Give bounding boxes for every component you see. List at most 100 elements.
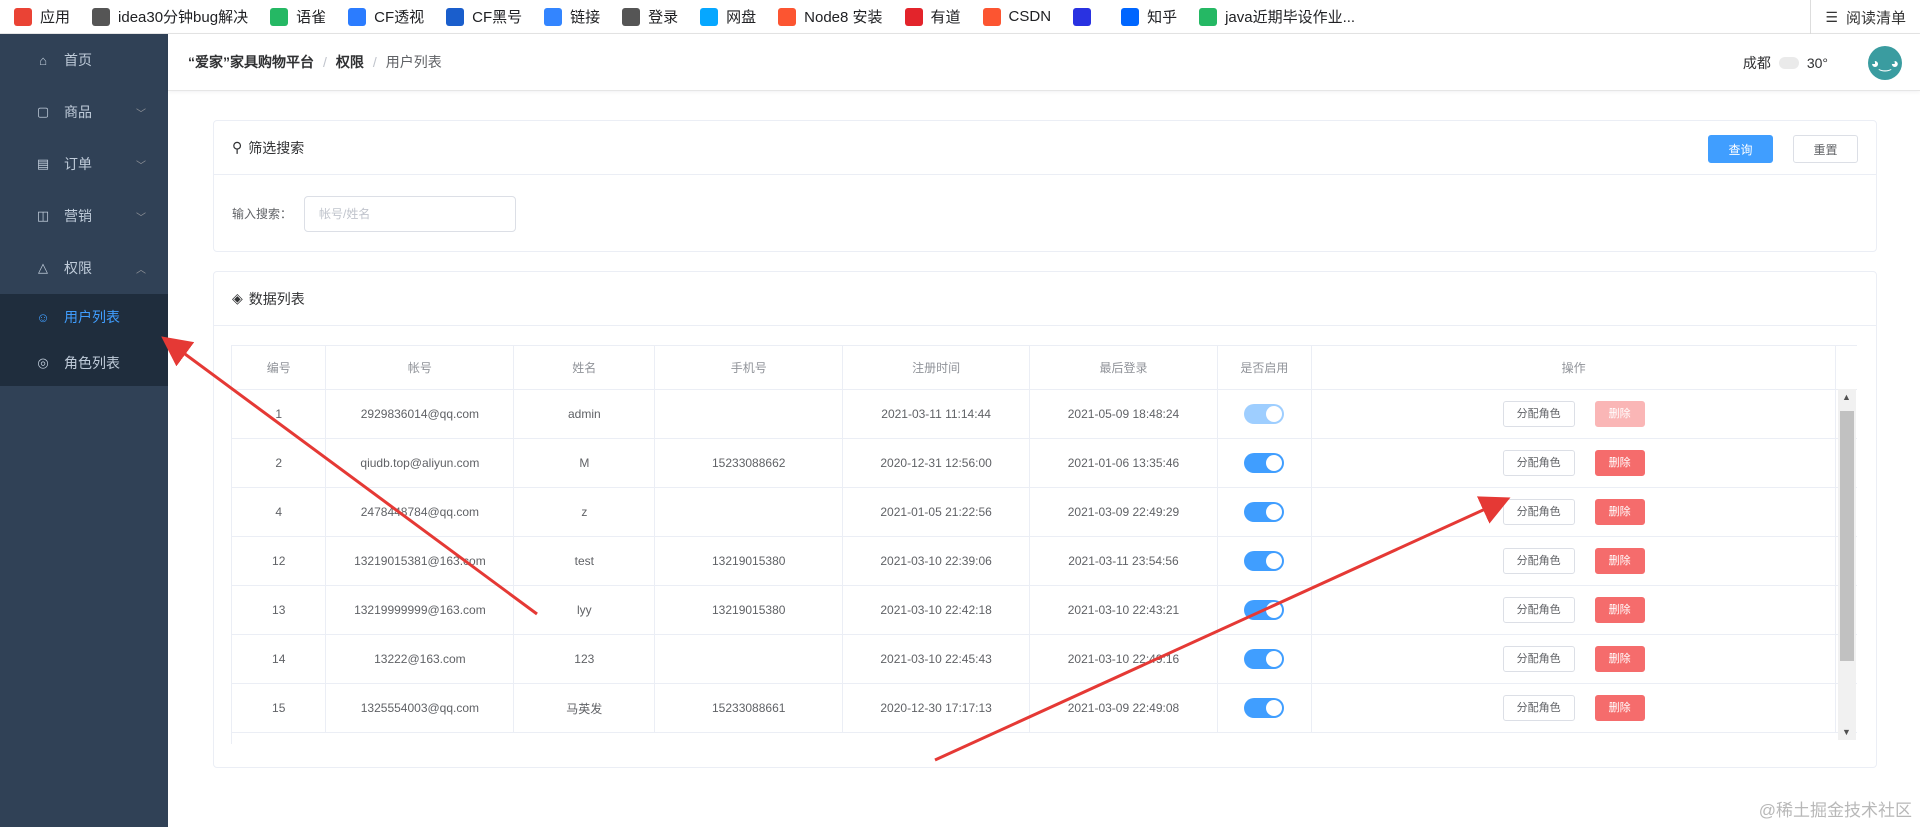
- delete-button[interactable]: 删除: [1594, 499, 1645, 525]
- assign-role-button[interactable]: 分配角色: [1502, 499, 1575, 525]
- breadcrumb-separator: /: [372, 54, 377, 70]
- data-list-header: ◈ 数据列表: [214, 272, 1876, 326]
- bookmark-item[interactable]: 登录: [622, 6, 678, 27]
- sidebar-item[interactable]: △ 权限 ︿: [0, 242, 168, 294]
- bookmark-item[interactable]: Node8 安装: [778, 6, 883, 27]
- cell-reg: 2021-03-11 11:14:44: [842, 389, 1031, 439]
- enabled-toggle[interactable]: [1244, 502, 1285, 522]
- sidebar: ⌂ 首页 ▢ 商品 ﹀ ▤ 订单 ﹀ ◫ 营销 ﹀ △ 权限 ︿ ☺ 用户列表 ◎ 角色列表: [0, 34, 168, 827]
- delete-button[interactable]: 删除: [1594, 646, 1645, 672]
- chevron-icon: ︿: [136, 264, 146, 276]
- search-icon: ⚲: [232, 139, 243, 155]
- cell-actions: 分配角色 删除: [1311, 536, 1837, 586]
- table-scrollbar[interactable]: ▲ ▼: [1838, 389, 1856, 740]
- assign-role-button[interactable]: 分配角色: [1502, 597, 1575, 623]
- cell-enabled: [1217, 487, 1312, 537]
- enabled-toggle[interactable]: [1244, 453, 1285, 473]
- delete-button[interactable]: 删除: [1594, 450, 1645, 476]
- cell-name: 123: [513, 634, 656, 684]
- cell-id: 2: [232, 438, 327, 488]
- assign-role-button[interactable]: 分配角色: [1502, 401, 1575, 427]
- cell-name: test: [513, 536, 656, 586]
- cell-id: 15: [232, 683, 327, 733]
- bookmark-label: CF黑号: [472, 9, 523, 26]
- scrollbar-gutter: [1835, 345, 1857, 390]
- bookmark-item[interactable]: 应用: [14, 6, 70, 27]
- bookmark-item[interactable]: idea30分钟bug解决: [92, 6, 248, 27]
- bookmark-item[interactable]: 有道: [904, 6, 961, 27]
- bookmark-item[interactable]: CF透视: [348, 6, 424, 27]
- weather-city: 成都: [1742, 54, 1771, 71]
- cell-enabled: [1217, 585, 1312, 635]
- scroll-down-icon[interactable]: ▼: [1842, 727, 1851, 737]
- reset-button[interactable]: 重置: [1793, 135, 1858, 163]
- bookmark-item[interactable]: CF黑号: [446, 6, 522, 27]
- cell-reg: 2021-03-10 22:45:43: [842, 634, 1031, 684]
- cell-id: 12: [232, 536, 327, 586]
- cell-actions: 分配角色 删除: [1311, 389, 1837, 439]
- enabled-toggle: [1244, 404, 1285, 424]
- cell-actions: 分配角色 删除: [1311, 438, 1837, 488]
- breadcrumb-home[interactable]: “爱家”家具购物平台: [188, 52, 314, 72]
- bookmark-item[interactable]: CSDN: [982, 7, 1051, 26]
- search-input[interactable]: 帐号/姓名: [304, 195, 517, 232]
- bookmark-item[interactable]: [1073, 7, 1099, 26]
- user-table: 编号 帐号 姓名 手机号 注册时间 最后登录 是否启用 操作 1 2929836014@qq.c…: [231, 345, 1857, 744]
- cell-actions: 分配角色 删除: [1311, 487, 1837, 537]
- bookmark-label: 语雀: [296, 9, 327, 26]
- assign-role-button[interactable]: 分配角色: [1502, 450, 1575, 476]
- delete-button[interactable]: 删除: [1594, 597, 1645, 623]
- assign-role-button[interactable]: 分配角色: [1502, 548, 1575, 574]
- cell-name: z: [513, 487, 656, 537]
- bookmark-item[interactable]: java近期毕设作业...: [1199, 6, 1355, 27]
- role-icon: ◎: [37, 355, 49, 370]
- cell-actions: 分配角色 删除: [1311, 683, 1837, 733]
- cell-id: 13: [232, 585, 327, 635]
- scroll-up-icon[interactable]: ▲: [1842, 392, 1851, 402]
- sidebar-item[interactable]: ▢ 商品 ﹀: [0, 86, 168, 138]
- weather-widget: 成都 30°: [1743, 34, 1828, 91]
- link-icon: [92, 7, 111, 26]
- reading-list-button[interactable]: ☰ 阅读清单: [1810, 0, 1906, 34]
- cell-account: 1325554003@qq.com: [325, 683, 515, 733]
- table-row: 12 13219015381@163.com test 13219015380 2021…: [232, 536, 1857, 586]
- delete-button[interactable]: 删除: [1594, 695, 1645, 721]
- sidebar-item[interactable]: ▤ 订单 ﹀: [0, 138, 168, 190]
- avatar[interactable]: ◕‿◕: [1868, 46, 1902, 80]
- assign-role-button[interactable]: 分配角色: [1502, 695, 1575, 721]
- breadcrumb-separator: /: [323, 54, 327, 70]
- cell-actions: 分配角色 删除: [1311, 585, 1837, 635]
- enabled-toggle[interactable]: [1244, 649, 1285, 669]
- delete-button[interactable]: 删除: [1594, 548, 1645, 574]
- bookmark-label: idea30分钟bug解决: [118, 9, 249, 26]
- sidebar-item-label: 商品: [64, 104, 92, 120]
- enabled-toggle[interactable]: [1244, 698, 1285, 718]
- enabled-toggle[interactable]: [1244, 551, 1285, 571]
- scrollbar-thumb[interactable]: [1840, 411, 1854, 661]
- enabled-toggle[interactable]: [1244, 600, 1285, 620]
- cell-phone: [654, 634, 844, 684]
- cell-phone: 15233088662: [654, 438, 844, 488]
- sidebar-item[interactable]: ⌂ 首页: [0, 34, 168, 86]
- weather-temp: 30°: [1806, 54, 1828, 71]
- cell-id: 14: [232, 634, 327, 684]
- sidebar-subitem[interactable]: ☺ 用户列表: [0, 294, 168, 340]
- assign-role-button[interactable]: 分配角色: [1502, 646, 1575, 672]
- bookmark-item[interactable]: 知乎: [1121, 6, 1177, 27]
- bookmark-label: 登录: [648, 9, 679, 26]
- breadcrumb-permission[interactable]: 权限: [336, 52, 364, 72]
- chevron-icon: ﹀: [136, 212, 146, 224]
- apps-grid-icon: [14, 7, 32, 26]
- bookmark-item[interactable]: 语雀: [270, 6, 326, 27]
- cell-phone: 13219015380: [654, 536, 844, 586]
- cell-account: 13219999999@163.com: [325, 585, 515, 635]
- bookmark-item[interactable]: 网盘: [700, 6, 756, 27]
- sidebar-subitem[interactable]: ◎ 角色列表: [0, 340, 168, 386]
- column-header: 是否启用: [1217, 345, 1312, 390]
- bookmark-item[interactable]: 链接: [544, 6, 600, 27]
- sidebar-item[interactable]: ◫ 营销 ﹀: [0, 190, 168, 242]
- column-header: 最后登录: [1029, 345, 1218, 390]
- gift-icon: ◫: [36, 208, 50, 223]
- query-button[interactable]: 查询: [1708, 135, 1773, 163]
- cell-reg: 2020-12-31 12:56:00: [842, 438, 1031, 488]
